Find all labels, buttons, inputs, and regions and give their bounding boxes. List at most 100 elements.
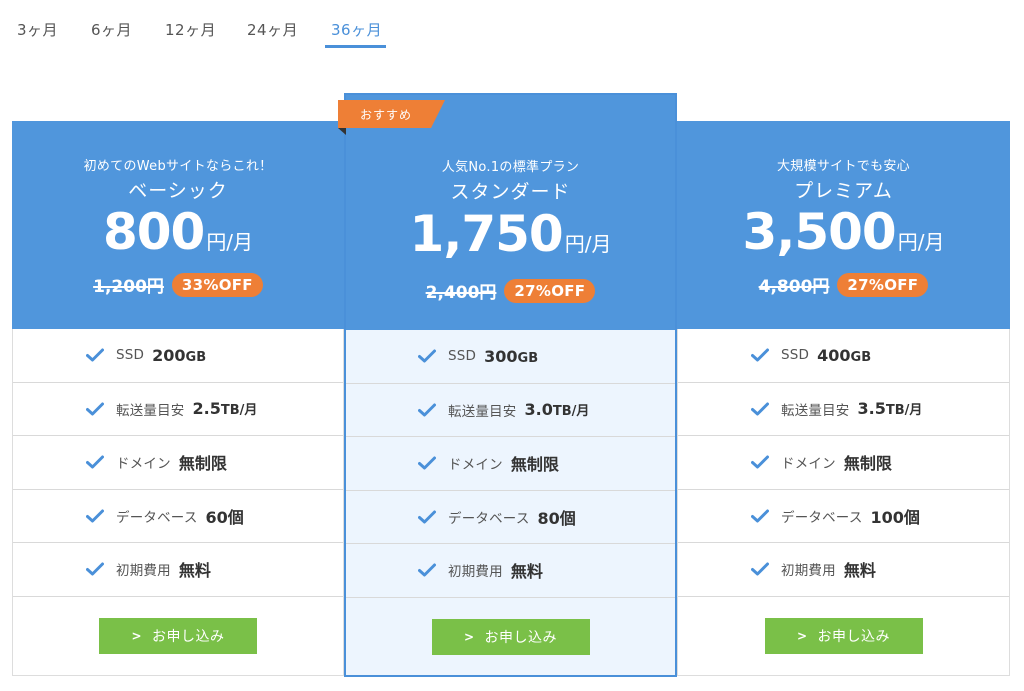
price-amount: 3,500 [742, 203, 897, 261]
check-icon [751, 402, 769, 416]
apply-label: お申し込み [817, 628, 891, 645]
plan-price: 1,750 円/月 [346, 205, 675, 263]
tab-3-months[interactable]: 3ヶ月 [17, 19, 58, 40]
plan-tagline: 大規模サイトでも安心 [776, 159, 910, 174]
check-icon [751, 348, 769, 362]
feature-row-transfer: 転送量目安 2.5TB/月 [13, 383, 343, 436]
feature-value: 無制限 [178, 454, 227, 474]
feature-row-database: データベース 60個 [13, 490, 343, 543]
check-icon [86, 402, 104, 416]
feature-label: 初期費用 [116, 563, 171, 580]
plan-tagline: 人気No.1の標準プラン [441, 160, 580, 175]
feature-label: SSD [448, 348, 477, 365]
check-icon [751, 509, 769, 523]
discount-badge: 33%OFF [171, 272, 263, 297]
feature-label: データベース [781, 509, 863, 526]
plan-header: 初めてのWebサイトならこれ！ ベーシック 800 円/月 1,200円 33%O… [12, 121, 344, 329]
feature-row-initial-fee: 初期費用 無料 [678, 543, 1009, 597]
feature-value: 300GB [484, 346, 539, 366]
check-icon [418, 563, 436, 577]
active-tab-indicator [325, 45, 386, 48]
feature-label: SSD [116, 347, 145, 364]
feature-row-initial-fee: 初期費用 無料 [346, 544, 675, 598]
check-icon [751, 455, 769, 469]
plan-name: スタンダード [450, 181, 571, 203]
check-icon [418, 403, 436, 417]
feature-value: 80個 [537, 508, 576, 528]
apply-button-standard[interactable]: > お申し込み [431, 619, 590, 655]
feature-list: SSD 300GB 転送量目安 3.0TB/月 ドメイン 無制限 データベース … [346, 330, 675, 677]
chevron-right-icon: > [463, 630, 475, 644]
tab-6-months[interactable]: 6ヶ月 [91, 19, 132, 40]
feature-value: 60個 [205, 507, 244, 527]
feature-value: 2.5TB/月 [192, 399, 258, 419]
feature-label: ドメイン [448, 457, 503, 474]
feature-row-ssd: SSD 300GB [346, 330, 675, 384]
feature-row-ssd: SSD 200GB [13, 329, 343, 383]
chevron-right-icon: > [796, 628, 808, 643]
plan-tagline: 初めてのWebサイトならこれ！ [83, 159, 273, 174]
apply-label: お申し込み [152, 628, 225, 645]
feature-row-database: データベース 80個 [346, 491, 675, 544]
price-unit: 円/月 [564, 232, 612, 256]
ribbon-fold [338, 128, 346, 135]
plan-card-premium: 大規模サイトでも安心 プレミアム 3,500 円/月 4,800円 27%OFF … [677, 121, 1010, 676]
check-icon [86, 509, 104, 523]
feature-label: ドメイン [116, 456, 171, 473]
plan-price: 3,500 円/月 [677, 203, 1010, 261]
plan-price: 800 円/月 [12, 203, 344, 261]
discount-row: 2,400円 27%OFF [346, 278, 675, 303]
tab-24-months[interactable]: 24ヶ月 [247, 19, 298, 40]
check-icon [86, 455, 104, 469]
old-price: 2,400円 [425, 283, 497, 303]
check-icon [418, 349, 436, 363]
recommend-label: おすすめ [360, 108, 413, 122]
recommend-ribbon: おすすめ [338, 100, 445, 128]
check-icon [86, 562, 104, 576]
feature-value: 100個 [870, 507, 920, 527]
old-price: 1,200円 [93, 277, 164, 297]
cta-row: > お申し込み [678, 597, 1009, 676]
feature-label: 初期費用 [781, 563, 836, 580]
feature-row-database: データベース 100個 [678, 490, 1009, 543]
plan-header: 人気No.1の標準プラン スタンダード 1,750 円/月 2,400円 27%O… [346, 95, 675, 330]
feature-row-domain: ドメイン 無制限 [13, 436, 343, 490]
feature-value: 3.0TB/月 [524, 400, 590, 420]
feature-row-transfer: 転送量目安 3.0TB/月 [346, 384, 675, 437]
plan-header: 大規模サイトでも安心 プレミアム 3,500 円/月 4,800円 27%OFF [677, 121, 1010, 329]
feature-row-initial-fee: 初期費用 無料 [13, 543, 343, 597]
apply-button-basic[interactable]: > お申し込み [99, 617, 257, 654]
apply-button-premium[interactable]: > お申し込み [764, 617, 923, 654]
discount-row: 4,800円 27%OFF [677, 272, 1010, 297]
feature-label: 転送量目安 [781, 402, 850, 419]
period-tabs: 3ヶ月 6ヶ月 12ヶ月 24ヶ月 36ヶ月 [0, 0, 420, 50]
plan-name: プレミアム [794, 180, 893, 202]
tab-12-months[interactable]: 12ヶ月 [165, 19, 216, 40]
feature-value: 無料 [178, 561, 211, 581]
feature-value: 無制限 [510, 455, 559, 475]
feature-list: SSD 200GB 転送量目安 2.5TB/月 ドメイン 無制限 データベース … [12, 329, 344, 676]
feature-row-transfer: 転送量目安 3.5TB/月 [678, 383, 1009, 436]
check-icon [418, 510, 436, 524]
check-icon [751, 562, 769, 576]
old-price: 4,800円 [758, 277, 830, 297]
plan-name: ベーシック [128, 180, 228, 202]
check-icon [418, 456, 436, 470]
discount-badge: 27%OFF [837, 272, 929, 297]
feature-label: 転送量目安 [116, 402, 185, 419]
feature-row-ssd: SSD 400GB [678, 329, 1009, 383]
discount-row: 1,200円 33%OFF [12, 272, 344, 297]
feature-row-domain: ドメイン 無制限 [678, 436, 1009, 490]
price-unit: 円/月 [897, 230, 945, 254]
feature-label: 転送量目安 [448, 403, 517, 420]
feature-label: データベース [116, 509, 198, 526]
chevron-right-icon: > [131, 628, 143, 643]
feature-value: 200GB [152, 345, 207, 365]
feature-label: データベース [448, 510, 530, 527]
feature-value: 3.5TB/月 [857, 399, 923, 419]
tab-36-months[interactable]: 36ヶ月 [331, 19, 382, 40]
cta-row: > お申し込み [13, 597, 343, 676]
price-amount: 800 [102, 203, 205, 261]
feature-label: ドメイン [781, 456, 836, 473]
plan-card-standard: おすすめ 人気No.1の標準プラン スタンダード 1,750 円/月 2,400円… [338, 93, 677, 677]
